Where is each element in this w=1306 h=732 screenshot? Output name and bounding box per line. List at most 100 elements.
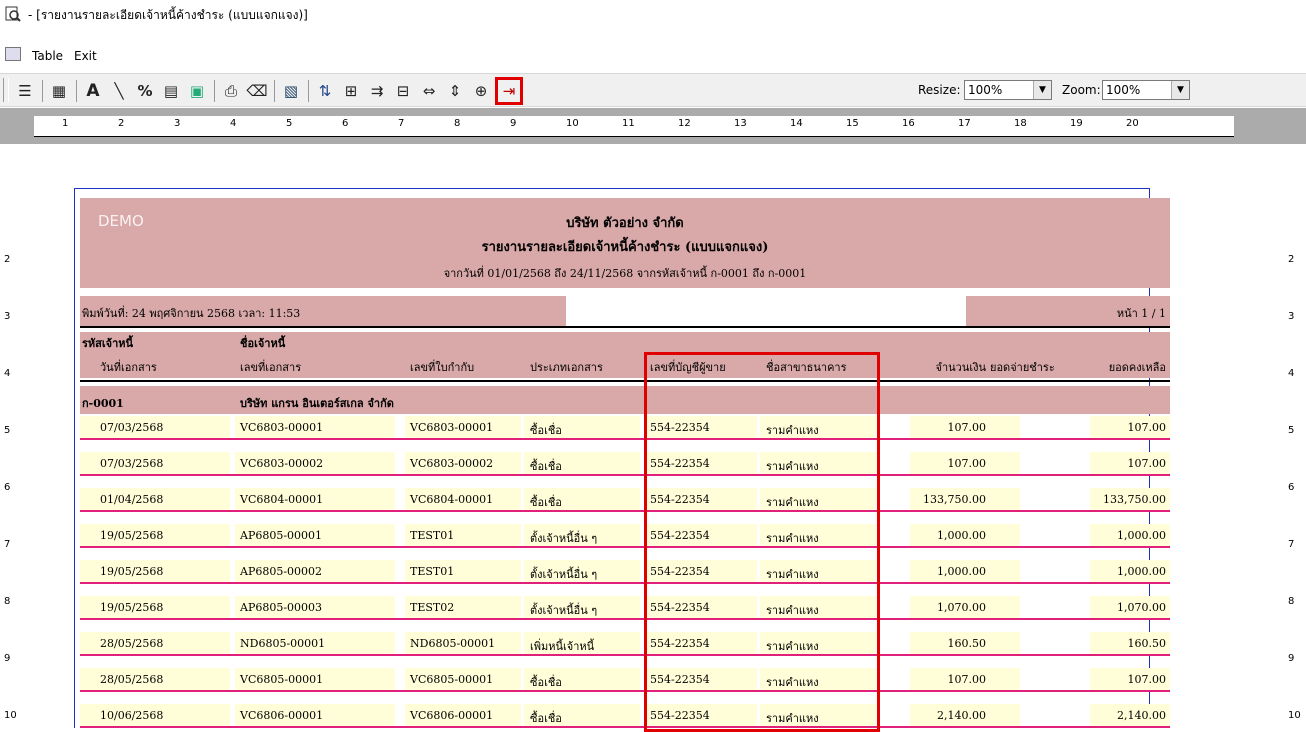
- row-doc-date: 19/05/2568: [100, 565, 164, 578]
- ruler-number: 17: [958, 118, 971, 129]
- ruler-number: 10: [566, 118, 579, 129]
- group-code: ก-0001: [82, 397, 124, 410]
- row-amount: 107.00: [947, 421, 987, 434]
- row-amount: 160.50: [947, 637, 987, 650]
- window-menu-icon[interactable]: [5, 47, 21, 61]
- col-amount: จำนวนเงิน: [935, 361, 987, 374]
- ruler-number: 20: [1126, 118, 1139, 129]
- row-doc-no: AP6805-00002: [240, 565, 323, 578]
- row-doc-no: VC6805-00001: [240, 673, 324, 686]
- ruler-number: 9: [1288, 653, 1295, 664]
- image-icon[interactable]: ▣: [186, 80, 208, 102]
- table-row[interactable]: 28/05/2568 VC6805-00001 VC6805-00001 ซื้อเช…: [80, 668, 1170, 692]
- row-doc-type: ตั้งเจ้าหนี้อื่น ๆ: [530, 568, 598, 581]
- table-row[interactable]: 01/04/2568 VC6804-00001 VC6804-00001 ซื้อเช…: [80, 488, 1170, 512]
- toolbar-grip[interactable]: [3, 78, 9, 102]
- row-balance: 107.00: [1127, 673, 1167, 686]
- ruler-number: 11: [622, 118, 635, 129]
- ruler-right[interactable]: 2 3 4 5 6 7 8 9 10: [1258, 144, 1306, 725]
- menu-exit[interactable]: Exit: [74, 49, 97, 63]
- page-setup-icon[interactable]: ☰: [14, 80, 36, 102]
- ruler-number: 4: [4, 368, 11, 379]
- ruler-number: 5: [286, 118, 293, 129]
- row-amount: 1,000.00: [937, 529, 986, 542]
- row-doc-no: VC6804-00001: [240, 493, 324, 506]
- menu-bar: Table Exit: [0, 44, 1306, 68]
- table-row[interactable]: 28/05/2568 ND6805-00001 ND6805-00001 เพิ่มห…: [80, 632, 1170, 656]
- exit-icon[interactable]: ⇥: [495, 77, 523, 105]
- zoom-select[interactable]: 100% ▼: [1102, 80, 1190, 100]
- window-titlebar: - [รายงานรายละเอียดเจ้าหนี้ค้างชำระ (แบบ…: [0, 0, 1306, 36]
- preview-icon[interactable]: ⎙: [220, 80, 242, 102]
- fit-width-icon[interactable]: ⇔: [418, 80, 440, 102]
- preview-viewport[interactable]: 1 2 3 4 5 6 7 8 9 10 11 12 13 14 15 16 17 18 19 20 23456789…: [0, 108, 1306, 732]
- row-balance: 133,750.00: [1103, 493, 1166, 506]
- highlight-box-account-branch: [644, 352, 880, 732]
- table-row[interactable]: 10/06/2568 VC6806-00001 VC6806-00001 ซื้อเช…: [80, 704, 1170, 728]
- table-row[interactable]: 19/05/2568 AP6805-00002 TEST01 ตั้งเจ้าหนี้…: [80, 560, 1170, 584]
- table-row[interactable]: 07/03/2568 VC6803-00001 VC6803-00001 ซื้อเช…: [80, 416, 1170, 440]
- fit-height-icon[interactable]: ⇕: [444, 80, 466, 102]
- chevron-down-icon[interactable]: ▼: [1033, 81, 1051, 99]
- resize-select[interactable]: 100% ▼: [964, 80, 1052, 100]
- table-row[interactable]: 19/05/2568 AP6805-00001 TEST01 ตั้งเจ้าหนี้…: [80, 524, 1170, 548]
- row-invoice-no: TEST01: [410, 529, 455, 542]
- toolbar-separator: [76, 80, 77, 102]
- layout-icon[interactable]: ⊟: [392, 80, 414, 102]
- col-doc-type: ประเภทเอกสาร: [530, 361, 603, 374]
- menu-table[interactable]: Table: [32, 49, 63, 63]
- row-amount: 1,070.00: [937, 601, 986, 614]
- ruler-top[interactable]: 1 2 3 4 5 6 7 8 9 10 11 12 13 14 15 16 17 18 19 20: [34, 116, 1234, 137]
- sort-icon[interactable]: ⇅: [314, 80, 336, 102]
- row-doc-type: ตั้งเจ้าหนี้อื่น ๆ: [530, 604, 598, 617]
- zoom-value: 100%: [1106, 83, 1141, 97]
- row-balance: 2,140.00: [1117, 709, 1166, 722]
- ruler-number: 2: [4, 254, 11, 265]
- ruler-number: 2: [118, 118, 125, 129]
- col-invoice-no: เลขที่ใบกำกับ: [410, 361, 475, 374]
- table-row[interactable]: 19/05/2568 AP6805-00003 TEST02 ตั้งเจ้าหนี้…: [80, 596, 1170, 620]
- toolbar-separator: [274, 80, 275, 102]
- ruler-number: 3: [174, 118, 181, 129]
- row-amount: 107.00: [947, 457, 987, 470]
- row-invoice-no: VC6804-00001: [410, 493, 494, 506]
- eraser-icon[interactable]: ⌫: [246, 80, 268, 102]
- font-icon[interactable]: A: [82, 80, 104, 102]
- ruler-number: 14: [790, 118, 803, 129]
- row-doc-date: 28/05/2568: [100, 637, 164, 650]
- line-icon[interactable]: ╲: [108, 80, 130, 102]
- report-page: DEMO บริษัท ตัวอย่าง จำกัด รายงานรายละเอ…: [34, 144, 1258, 732]
- ruler-left[interactable]: 2 3 4 5 6 7 8 9 10: [0, 144, 34, 725]
- row-doc-type: ตั้งเจ้าหนี้อื่น ๆ: [530, 532, 598, 545]
- ruler-number: 6: [342, 118, 349, 129]
- row-balance: 160.50: [1127, 637, 1167, 650]
- table-row[interactable]: 07/03/2568 VC6803-00002 VC6803-00002 ซื้อเช…: [80, 452, 1170, 476]
- filter-icon[interactable]: ⇉: [366, 80, 388, 102]
- header-rule: [80, 326, 1170, 328]
- ruler-number: 8: [454, 118, 461, 129]
- row-doc-date: 07/03/2568: [100, 421, 164, 434]
- print-date: พิมพ์วันที่: 24 พฤศจิกายน 2568 เวลา: 11:…: [82, 307, 301, 320]
- ruler-number: 1: [62, 118, 69, 129]
- col-doc-date: วันที่เอกสาร: [100, 361, 157, 374]
- ruler-number: 7: [4, 539, 11, 550]
- row-doc-type: ซื้อเชื่อ: [530, 496, 562, 509]
- row-invoice-no: VC6803-00001: [410, 421, 494, 434]
- ruler-number: 8: [4, 596, 11, 607]
- row-invoice-no: VC6805-00001: [410, 673, 494, 686]
- chevron-down-icon[interactable]: ▼: [1171, 81, 1189, 99]
- row-amount: 1,000.00: [937, 565, 986, 578]
- export-icon[interactable]: ▧: [280, 80, 302, 102]
- fit-page-icon[interactable]: ⊕: [470, 80, 492, 102]
- ruler-number: 9: [510, 118, 517, 129]
- percent-icon[interactable]: %: [134, 80, 156, 102]
- group-icon[interactable]: ⊞: [340, 80, 362, 102]
- ruler-number: 3: [1288, 311, 1295, 322]
- row-doc-no: VC6803-00002: [240, 457, 324, 470]
- row-doc-date: 01/04/2568: [100, 493, 164, 506]
- ruler-number: 2: [1288, 254, 1295, 265]
- grid-format-icon[interactable]: ▤: [160, 80, 182, 102]
- table-icon[interactable]: ▦: [48, 80, 70, 102]
- resize-value: 100%: [968, 83, 1003, 97]
- row-balance: 1,000.00: [1117, 565, 1166, 578]
